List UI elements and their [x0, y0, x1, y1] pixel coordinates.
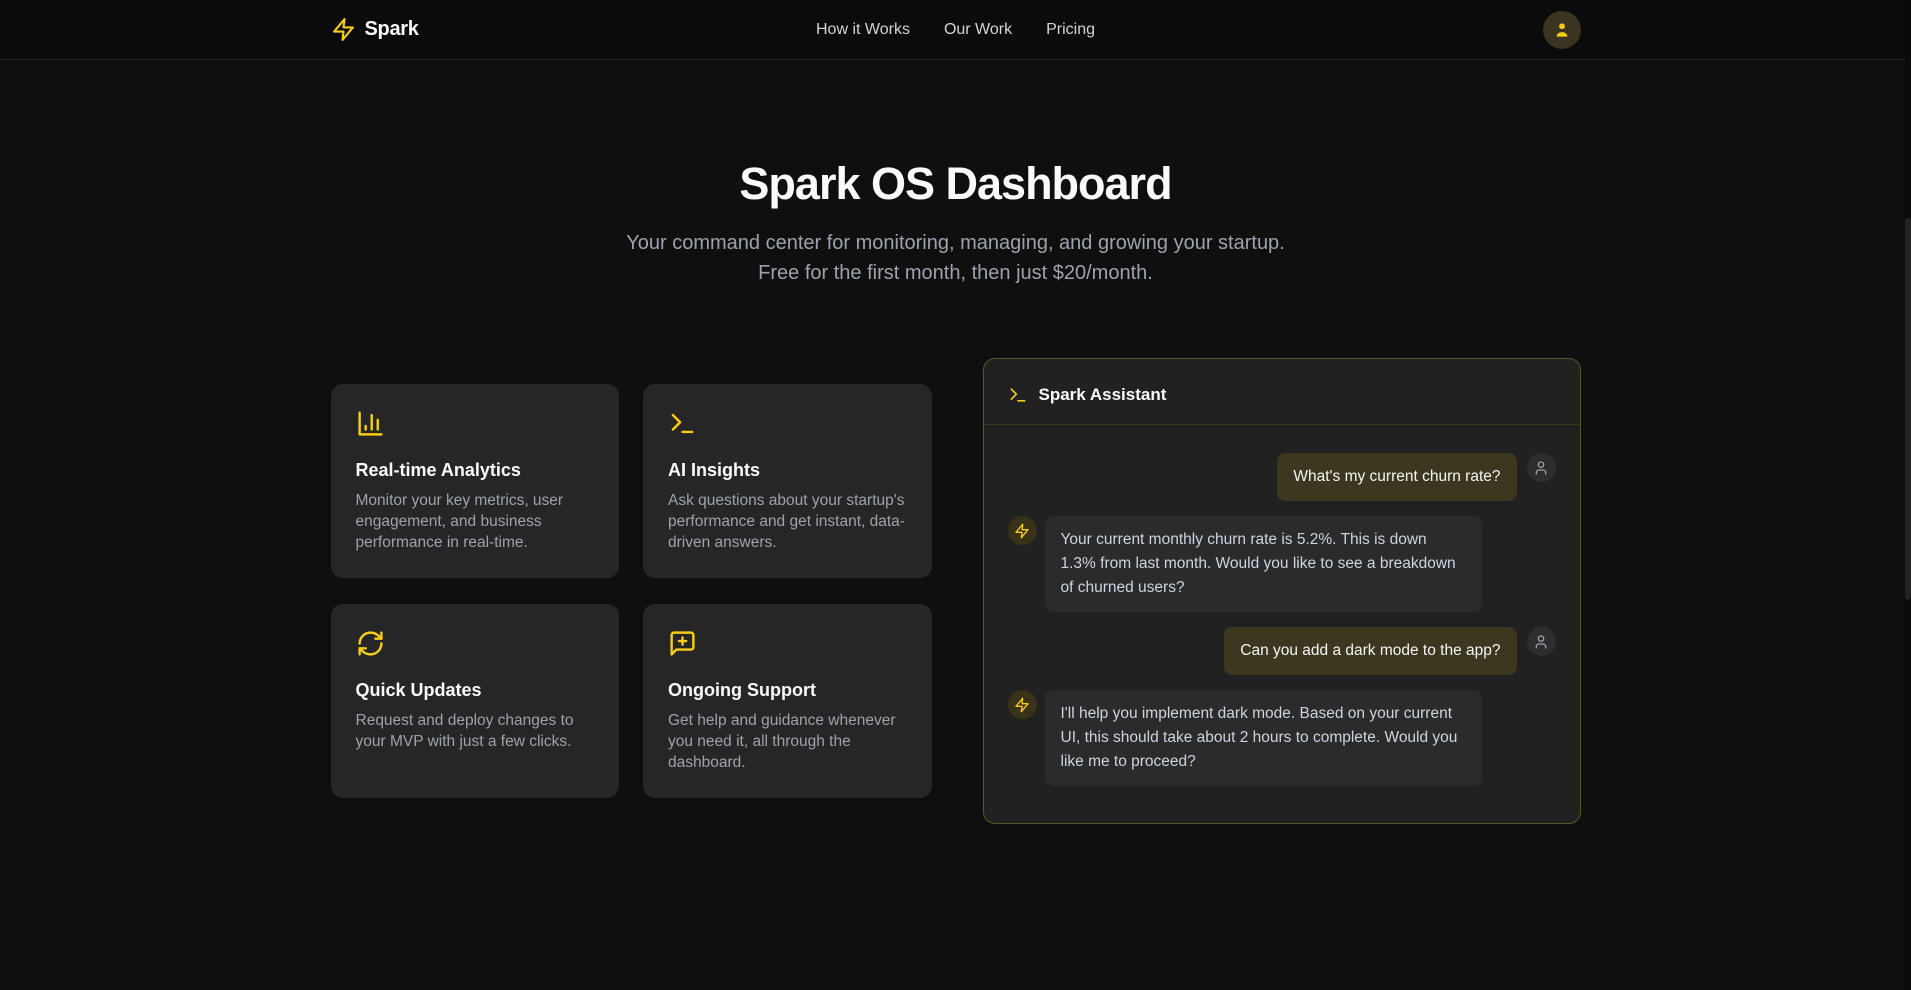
terminal-icon: [1008, 385, 1028, 405]
assistant-message-bubble: Your current monthly churn rate is 5.2%.…: [1045, 516, 1482, 612]
user-message-avatar: [1527, 627, 1556, 656]
feature-description: Ask questions about your startup's perfo…: [668, 490, 907, 553]
assistant-message-avatar: [1008, 516, 1037, 545]
chat-message-user: Can you add a dark mode to the app?: [1008, 627, 1556, 675]
feature-card-quick-updates: Quick Updates Request and deploy changes…: [331, 604, 620, 798]
refresh-icon: [356, 629, 385, 658]
feature-title: Ongoing Support: [668, 680, 907, 701]
assistant-message-list: What's my current churn rate? Your curre…: [984, 425, 1580, 823]
assistant-message-bubble: I'll help you implement dark mode. Based…: [1045, 690, 1482, 786]
assistant-panel-header: Spark Assistant: [984, 359, 1580, 425]
chat-message-assistant: Your current monthly churn rate is 5.2%.…: [1008, 516, 1556, 612]
nav-links: How it Works Our Work Pricing: [816, 21, 1095, 39]
user-avatar-button[interactable]: [1543, 11, 1581, 49]
feature-title: Quick Updates: [356, 680, 595, 701]
nav-link-our-work[interactable]: Our Work: [944, 21, 1012, 39]
assistant-message-avatar: [1008, 690, 1037, 719]
feature-title: AI Insights: [668, 460, 907, 481]
main-content: Real-time Analytics Monitor your key met…: [331, 358, 1581, 824]
chat-message-user: What's my current churn rate?: [1008, 453, 1556, 501]
zap-icon: [331, 17, 356, 42]
zap-icon: [1014, 523, 1030, 539]
nav-link-pricing[interactable]: Pricing: [1046, 21, 1095, 39]
zap-icon: [1014, 697, 1030, 713]
assistant-panel: Spark Assistant What's my current churn …: [983, 358, 1581, 824]
user-outline-icon: [1533, 634, 1549, 650]
user-message-bubble: Can you add a dark mode to the app?: [1224, 627, 1516, 675]
user-message-bubble: What's my current churn rate?: [1277, 453, 1516, 501]
feature-description: Get help and guidance whenever you need …: [668, 710, 907, 773]
feature-description: Monitor your key metrics, user engagemen…: [356, 490, 595, 553]
feature-card-analytics: Real-time Analytics Monitor your key met…: [331, 384, 620, 578]
user-message-avatar: [1527, 453, 1556, 482]
feature-title: Real-time Analytics: [356, 460, 595, 481]
brand-logo[interactable]: Spark: [331, 17, 817, 42]
nav-actions: [1095, 11, 1581, 49]
assistant-panel-title: Spark Assistant: [1039, 385, 1167, 405]
feature-card-ai-insights: AI Insights Ask questions about your sta…: [643, 384, 932, 578]
page-subtitle: Your command center for monitoring, mana…: [611, 228, 1301, 288]
nav-link-how-it-works[interactable]: How it Works: [816, 21, 910, 39]
feature-grid: Real-time Analytics Monitor your key met…: [331, 384, 932, 798]
message-square-plus-icon: [668, 629, 697, 658]
page-title: Spark OS Dashboard: [0, 158, 1911, 210]
bar-chart-icon: [356, 409, 385, 438]
user-outline-icon: [1533, 460, 1549, 476]
navbar-inner: Spark How it Works Our Work Pricing: [331, 11, 1581, 49]
page-scrollbar-thumb[interactable]: [1905, 218, 1911, 600]
brand-name: Spark: [365, 18, 419, 41]
feature-card-ongoing-support: Ongoing Support Get help and guidance wh…: [643, 604, 932, 798]
chat-message-assistant: I'll help you implement dark mode. Based…: [1008, 690, 1556, 786]
feature-description: Request and deploy changes to your MVP w…: [356, 710, 595, 752]
page-scrollbar-track: [1905, 0, 1911, 990]
user-icon: [1552, 20, 1572, 40]
top-navbar: Spark How it Works Our Work Pricing: [0, 0, 1911, 60]
terminal-icon: [668, 409, 697, 438]
hero-section: Spark OS Dashboard Your command center f…: [0, 60, 1911, 288]
